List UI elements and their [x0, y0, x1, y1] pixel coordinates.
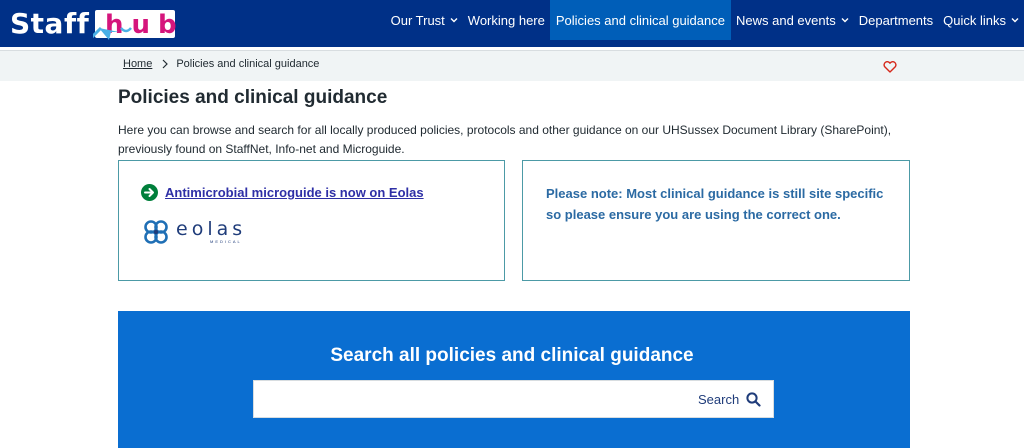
nav-working-here[interactable]: Working here: [463, 0, 550, 40]
nav-our-trust[interactable]: Our Trust: [386, 0, 463, 40]
page-title: Policies and clinical guidance: [118, 87, 388, 108]
eolas-medical-logo[interactable]: eolas MEDICAL: [142, 218, 246, 246]
eolas-logo-subtext: MEDICAL: [210, 239, 242, 244]
nav-policies-clinical-guidance[interactable]: Policies and clinical guidance: [549, 0, 731, 40]
nav-label: Policies and clinical guidance: [555, 12, 725, 28]
clinical-guidance-note: Please note: Most clinical guidance is s…: [546, 186, 884, 222]
search-title: Search all policies and clinical guidanc…: [330, 345, 694, 366]
breadcrumb-current: Policies and clinical guidance: [176, 58, 320, 70]
breadcrumb: Home Policies and clinical guidance: [123, 58, 319, 70]
breadcrumb-home-link[interactable]: Home: [123, 58, 152, 70]
site-header: Staff hub Our Trust Working here Policie…: [0, 0, 1024, 47]
chevron-down-icon: [1011, 18, 1019, 23]
svg-text:hub: hub: [105, 10, 181, 40]
staff-hub-logo[interactable]: Staff hub: [10, 2, 181, 44]
chevron-down-icon: [841, 18, 849, 23]
nav-label: Working here: [467, 12, 545, 28]
nav-quick-links[interactable]: Quick links: [938, 0, 1024, 40]
nav-label: News and events: [735, 12, 836, 28]
search-icon[interactable]: [746, 392, 761, 407]
nav-label: Our Trust: [390, 12, 445, 28]
eolas-wordmark: eolas MEDICAL: [176, 218, 247, 245]
main-nav: Our Trust Working here Policies and clin…: [386, 0, 1024, 40]
logo-staff-text: Staff: [10, 6, 90, 40]
nav-departments[interactable]: Departments: [854, 0, 938, 40]
chevron-right-icon: [162, 59, 169, 69]
nav-label: Departments: [858, 12, 934, 28]
search-button-label[interactable]: Search: [698, 392, 739, 407]
nav-news-and-events[interactable]: News and events: [731, 0, 854, 40]
eolas-logo-icon: [144, 220, 168, 244]
page-intro: Here you can browse and search for all l…: [118, 123, 892, 156]
chevron-down-icon: [450, 18, 458, 23]
eolas-logo-text: eolas: [176, 218, 247, 240]
antimicrobial-microguide-link[interactable]: Antimicrobial microguide is now on Eolas: [165, 185, 424, 200]
heart-icon[interactable]: [883, 61, 897, 73]
logo-hub-badge: hub: [93, 6, 181, 40]
nav-label: Quick links: [943, 12, 1006, 28]
search-input[interactable]: [253, 380, 774, 418]
arrow-right-circle-icon: [141, 184, 158, 201]
